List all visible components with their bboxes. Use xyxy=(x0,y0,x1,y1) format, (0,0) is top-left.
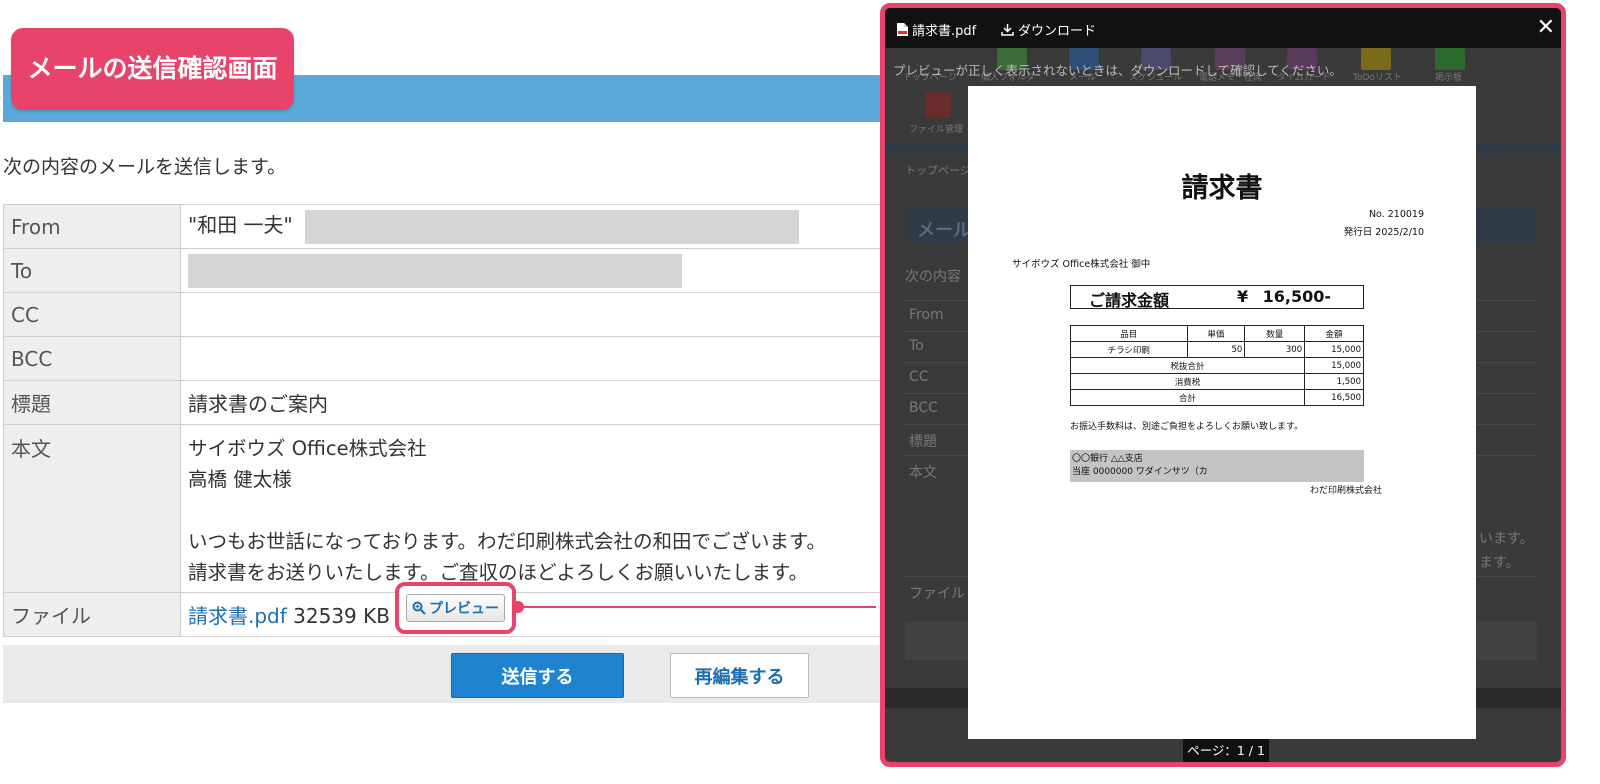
from-address-redacted xyxy=(305,209,800,244)
magnifier-icon xyxy=(412,601,426,615)
invoice-date: 発行日 2025/2/10 xyxy=(1343,227,1424,238)
bg-breadcrumb: トップページ xyxy=(905,164,971,177)
callout-connector-line xyxy=(516,606,876,608)
bank-line: 当座 0000000 ワダインサツ（カ xyxy=(1072,467,1208,477)
subject-label: 標題 xyxy=(3,380,181,425)
body-value: サイボウズ Office株式会社 高橋 健太様 いつもお世話になっております。わ… xyxy=(180,424,883,593)
subject-row: 標題 請求書のご案内 xyxy=(3,380,883,425)
body-row: 本文 サイボウズ Office株式会社 高橋 健太様 いつもお世話になっておりま… xyxy=(3,424,883,593)
to-label: To xyxy=(3,248,181,293)
mail-summary-table: From "和田 一夫" To CC BCC 標題 請求書のご案内 本文 サイボ… xyxy=(3,204,883,637)
from-value: "和田 一夫" xyxy=(180,204,883,249)
download-button[interactable]: ダウンロード xyxy=(1001,20,1096,39)
bulletin-icon xyxy=(1435,48,1465,70)
file-management-icon xyxy=(925,92,951,118)
from-label: From xyxy=(3,204,181,249)
body-label: 本文 xyxy=(3,424,181,593)
invoice-items-table: 品目 単価 数量 金額 チラシ印刷 50 300 15,000 税抜合計 15,… xyxy=(1069,325,1364,406)
cc-value xyxy=(180,292,883,337)
items-header-row: 品目 単価 数量 金額 xyxy=(1070,325,1364,342)
intro-text: 次の内容のメールを送信します。 xyxy=(3,156,287,178)
to-value xyxy=(180,248,883,293)
download-icon xyxy=(1001,24,1014,36)
to-row: To xyxy=(3,248,883,293)
body-line: いつもお世話になっております。わだ印刷株式会社の和田でございます。 xyxy=(188,530,827,553)
invoice-amount-box: ご請求金額 ¥ 16,500- xyxy=(1070,285,1364,310)
subtotal-row: 税抜合計 15,000 xyxy=(1069,357,1364,374)
file-label: ファイル xyxy=(3,592,181,637)
preview-button[interactable]: プレビュー xyxy=(406,594,505,622)
callout-connector-dot xyxy=(512,601,524,613)
to-address-redacted xyxy=(188,253,682,288)
screen-callout-label: メールの送信確認画面 xyxy=(11,28,294,110)
bg-toolbar-label: 掲示板 xyxy=(1435,73,1463,83)
page-indicator: ページ：1 / 1 xyxy=(1183,739,1269,762)
bg-toolbar-label: ToDoリスト xyxy=(1353,73,1402,83)
reedit-button[interactable]: 再編集する xyxy=(670,653,809,698)
body-line: 高橋 健太様 xyxy=(188,468,292,491)
preview-button-label: プレビュー xyxy=(429,601,499,617)
body-line: 請求書をお送りいたします。ご査収のほどよろしくお願いいたします。 xyxy=(188,561,809,584)
items-row: チラシ印刷 50 300 15,000 xyxy=(1070,341,1364,358)
preview-highlight: プレビュー xyxy=(395,582,516,634)
bg-intro: 次の内容 xyxy=(905,269,961,285)
bg-heading: メール xyxy=(917,220,971,241)
subject-value: 請求書のご案内 xyxy=(180,380,883,425)
send-button[interactable]: 送信する xyxy=(451,653,624,698)
bg-body-tail: ます。 xyxy=(1479,555,1520,571)
bcc-label: BCC xyxy=(3,336,181,381)
attachment-size: 32539 KB xyxy=(293,604,390,628)
tax-row: 消費税 1,500 xyxy=(1069,373,1364,390)
bg-body-tail: います。 xyxy=(1479,531,1534,547)
invoice-note: お振込手数料は、別途ご負担をよろしくお願い致します。 xyxy=(1070,422,1304,432)
download-label: ダウンロード xyxy=(1018,24,1097,39)
preview-file-label: 請求書.pdf xyxy=(912,24,977,39)
preview-file-name: 請求書.pdf xyxy=(897,20,976,39)
total-row: 合計 16,500 xyxy=(1069,389,1364,406)
close-icon[interactable]: ✕ xyxy=(1537,15,1555,40)
bcc-value xyxy=(180,336,883,381)
bank-line: 〇〇銀行 △△支店 xyxy=(1072,454,1143,464)
todo-icon xyxy=(1361,48,1391,70)
invoice-title: 請求書 xyxy=(1181,173,1263,204)
bg-file-management-label: ファイル管理 xyxy=(909,125,964,135)
invoice-issuer: わだ印刷株式会社 xyxy=(1309,486,1382,496)
body-line xyxy=(188,495,875,526)
from-row: From "和田 一夫" xyxy=(3,204,883,249)
pdf-file-icon xyxy=(897,23,908,36)
body-line: サイボウズ Office株式会社 xyxy=(188,437,427,460)
invoice-recipient: サイボウズ Office株式会社 御中 xyxy=(1012,259,1151,270)
from-name: "和田 一夫" xyxy=(188,213,293,238)
amount-currency: ¥ xyxy=(1237,287,1249,306)
attachment-link[interactable]: 請求書.pdf xyxy=(188,604,287,628)
amount-label: ご請求金額 xyxy=(1089,291,1170,310)
cc-row: CC xyxy=(3,292,883,337)
pdf-page: 請求書 No. 210019 発行日 2025/2/10 サイボウズ Offic… xyxy=(968,86,1476,739)
bcc-row: BCC xyxy=(3,336,883,381)
cc-label: CC xyxy=(3,292,181,337)
amount-value: 16,500- xyxy=(1262,287,1331,306)
preview-notice: プレビューが正しく表示されないときは、ダウンロードして確認してください。 xyxy=(893,63,1342,78)
bank-info: 〇〇銀行 △△支店 当座 0000000 ワダインサツ（カ xyxy=(1070,450,1364,482)
file-value: 請求書.pdf 32539 KB xyxy=(180,592,883,637)
pdf-preview-modal: トップページ 個人フォルダ メール スケジュール 電話メモ・在席 タイムカード … xyxy=(880,3,1566,767)
preview-toolbar: 請求書.pdf ダウンロード ✕ xyxy=(885,8,1561,48)
invoice-number: No. 210019 xyxy=(1368,209,1424,220)
